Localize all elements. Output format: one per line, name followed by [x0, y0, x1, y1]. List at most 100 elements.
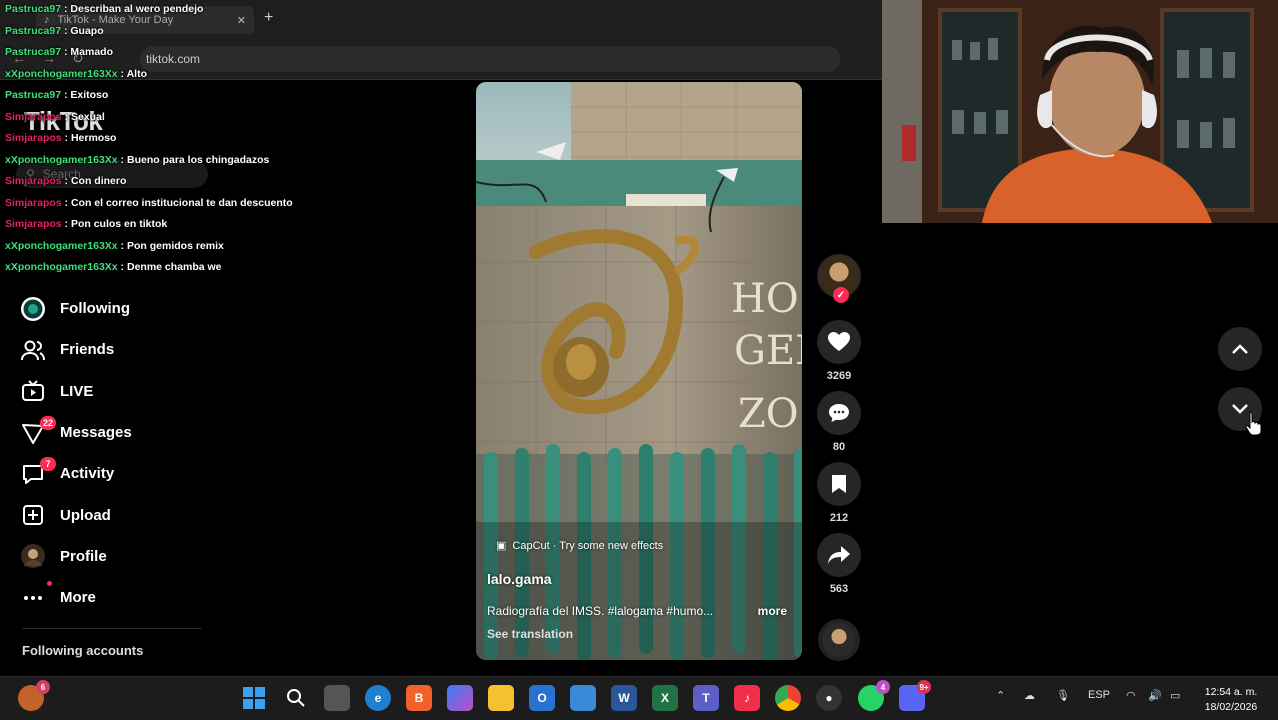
chat-message: Simjarapos : Hermoso: [5, 131, 293, 153]
system-clock[interactable]: 12:54 a. m. 18/02/2026: [1196, 685, 1266, 715]
chat-username: Pastruca97: [5, 89, 62, 101]
whatsapp-icon[interactable]: 4: [858, 680, 890, 711]
previous-video-button[interactable]: [1218, 327, 1262, 371]
show-hidden-icons-chevron-icon[interactable]: ⌃: [996, 689, 1005, 702]
battery-icon[interactable]: ▭: [1170, 689, 1180, 702]
more-link[interactable]: more: [758, 604, 787, 618]
chat-separator: :: [117, 261, 127, 273]
sidebar-item-activity[interactable]: 7 Activity: [20, 453, 220, 494]
following-icon: [20, 296, 46, 322]
windows-taskbar: 6 e B O W X T ♪ ● 4 9+ ⌃ ☁ 🎙 ESP ◠ 🔊 ▭ 1…: [0, 676, 1278, 720]
sidebar-divider: [22, 628, 202, 629]
like-count: 3269: [826, 370, 852, 382]
building-sign-text: ZO: [738, 391, 799, 437]
chat-text: Hermoso: [70, 132, 117, 144]
teams-icon[interactable]: T: [693, 685, 719, 711]
obs-icon[interactable]: ●: [816, 685, 842, 711]
comment-button[interactable]: [817, 391, 861, 435]
excel-icon[interactable]: X: [652, 685, 678, 711]
copilot-icon[interactable]: [447, 685, 473, 711]
sidebar-item-messages[interactable]: 22 Messages: [20, 412, 220, 453]
chat-message: xXponchogamer163Xx : Pon gemidos remix: [5, 239, 293, 261]
sidebar-item-live[interactable]: LIVE: [20, 371, 220, 412]
save-action: 212: [816, 462, 862, 524]
upload-icon: [20, 502, 46, 528]
chat-text: Mamado: [70, 46, 113, 58]
sidebar-item-label: Following: [60, 300, 130, 318]
task-view-icon[interactable]: [324, 685, 350, 711]
sidebar-item-more[interactable]: More: [20, 577, 220, 618]
chat-username: Pastruca97: [5, 46, 62, 58]
webcam-overlay: [882, 0, 1278, 223]
microphone-icon[interactable]: 🎙: [1056, 689, 1070, 702]
discord-badge: 9+: [917, 680, 931, 694]
chat-message: Pastruca97 : Describan al wero pendejo: [5, 2, 293, 24]
mouse-pointer-icon: [1245, 411, 1262, 436]
chat-separator: :: [61, 46, 71, 58]
outlook-icon[interactable]: O: [529, 685, 555, 711]
chat-username: Simjarapos: [5, 175, 62, 187]
chat-message: Pastruca97 : Exitoso: [5, 88, 293, 110]
friends-icon: [20, 337, 46, 363]
sidebar-item-following[interactable]: Following: [20, 288, 220, 329]
more-notification-dot: [47, 580, 52, 586]
store-icon[interactable]: [570, 685, 596, 711]
language-indicator[interactable]: ESP: [1088, 689, 1110, 701]
volume-icon[interactable]: 🔊: [1148, 689, 1162, 702]
bookmark-button[interactable]: [817, 462, 861, 506]
whatsapp-badge: 4: [876, 680, 890, 694]
video-description: Radiografía del IMSS. #lalogama #humo...…: [487, 604, 787, 618]
sidebar-item-label: Activity: [60, 465, 115, 483]
sidebar-item-label: Profile: [60, 547, 107, 565]
edge-icon[interactable]: e: [365, 685, 391, 711]
sidebar-item-label: More: [60, 589, 96, 607]
share-icon: [828, 546, 850, 564]
chat-text: Sexual: [70, 110, 105, 123]
building-sign-text: GEN: [734, 328, 802, 374]
sidebar-nav: Following Friends LIVE 22 Messages 7 Act…: [20, 288, 220, 618]
weather-widget-icon[interactable]: 6: [18, 680, 50, 711]
chat-separator: :: [61, 196, 71, 209]
see-translation-link[interactable]: See translation: [487, 627, 573, 641]
chrome-icon[interactable]: [775, 685, 801, 711]
messages-icon: 22: [20, 415, 56, 446]
chat-message: Simjarapos : Con dinero: [5, 174, 293, 196]
word-icon[interactable]: W: [611, 685, 637, 711]
share-action: 563: [816, 533, 862, 595]
windows-start-icon[interactable]: [241, 685, 267, 711]
video-author-username[interactable]: lalo.gama: [487, 571, 552, 587]
capcut-effects-link[interactable]: ▣ CapCut · Try some new effects: [496, 539, 664, 553]
apple-music-icon[interactable]: ♪: [734, 685, 760, 711]
brave-icon[interactable]: B: [406, 685, 432, 711]
sidebar-item-profile[interactable]: Profile: [20, 536, 220, 577]
music-disc-avatar[interactable]: [818, 619, 860, 661]
chat-message: Simjarapos : Sexual: [5, 110, 293, 132]
following-accounts-heading: Following accounts: [22, 643, 144, 658]
file-explorer-icon[interactable]: [488, 685, 514, 711]
chat-text: Con el correo institucional te dan descu…: [70, 196, 293, 209]
chat-message: xXponchogamer163Xx : Bueno para los chin…: [5, 153, 293, 175]
widget-badge: 6: [36, 680, 50, 694]
chat-message: xXponchogamer163Xx : Denme chamba we: [5, 260, 293, 282]
sidebar-item-friends[interactable]: Friends: [20, 329, 220, 370]
onedrive-icon[interactable]: ☁: [1024, 689, 1035, 702]
share-button[interactable]: [817, 533, 861, 577]
capcut-text: CapCut · Try some new effects: [512, 539, 664, 552]
video-description-text: Radiografía del IMSS. #lalogama #humo...: [487, 604, 714, 618]
follow-check-icon[interactable]: ✓: [833, 287, 849, 303]
chat-separator: :: [61, 132, 71, 144]
chat-username: xXponchogamer163Xx: [5, 239, 118, 252]
chat-text: Pon culos en tiktok: [70, 218, 168, 230]
more-icon: [20, 580, 52, 611]
sidebar-item-upload[interactable]: Upload: [20, 494, 220, 535]
chat-message: Pastruca97 : Guapo: [5, 24, 293, 46]
video-player[interactable]: HOS GEN ZO ▣ CapCut · Try some new effects…: [476, 82, 802, 660]
like-button[interactable]: [817, 320, 861, 364]
chat-text: Describan al wero pendejo: [70, 3, 204, 15]
search-icon[interactable]: [283, 685, 309, 711]
discord-icon[interactable]: 9+: [899, 680, 931, 711]
chat-message: Simjarapos : Pon culos en tiktok: [5, 217, 293, 239]
bookmark-icon: [832, 475, 846, 493]
wifi-icon[interactable]: ◠: [1126, 689, 1136, 702]
author-avatar[interactable]: ✓: [817, 254, 861, 303]
